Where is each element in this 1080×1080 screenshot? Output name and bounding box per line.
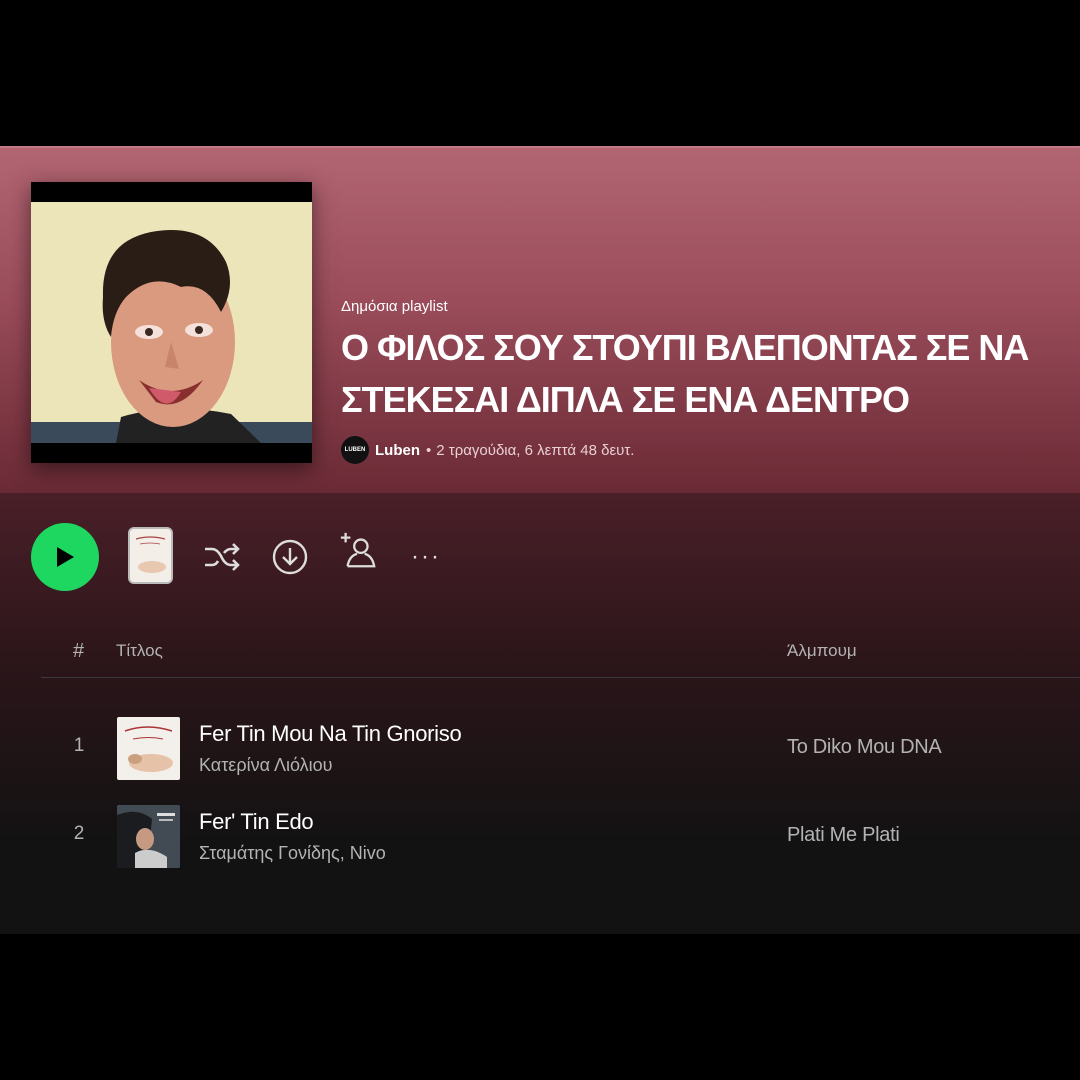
download-button[interactable] bbox=[270, 537, 310, 577]
track-number: 2 bbox=[73, 823, 85, 844]
track-table-header: # Τίτλος Άλμπουμ bbox=[41, 630, 1080, 678]
playlist-page: Δημόσια playlist Ο ΦΙΛΟΣ ΣΟΥ ΣΤΟΥΠΙ ΒΛΕΠ… bbox=[0, 146, 1080, 934]
column-number: # bbox=[73, 640, 85, 662]
more-icon: ··· bbox=[411, 543, 441, 570]
album-cover-image bbox=[117, 717, 180, 780]
track-album-art bbox=[117, 717, 180, 780]
track-row[interactable]: 2 Fer' Tin Edo Σταμάτης Γονίδης, Nivo Pl… bbox=[41, 799, 1080, 875]
album-cover-image bbox=[117, 805, 180, 868]
more-options-button[interactable]: ··· bbox=[406, 537, 446, 577]
track-title[interactable]: Fer Tin Mou Na Tin Gnoriso bbox=[199, 721, 462, 747]
playlist-type-label: Δημόσια playlist bbox=[341, 298, 448, 315]
meta-separator: • bbox=[426, 441, 432, 459]
track-number: 1 bbox=[73, 735, 85, 756]
owner-link[interactable]: Luben bbox=[375, 442, 420, 459]
track-artist[interactable]: Σταμάτης Γονίδης, Nivo bbox=[199, 843, 386, 864]
add-user-button[interactable] bbox=[338, 531, 378, 571]
download-icon bbox=[272, 539, 308, 575]
track-artist[interactable]: Κατερίνα Λιόλιου bbox=[199, 755, 333, 776]
shuffle-button[interactable] bbox=[202, 537, 242, 577]
shuffle-icon bbox=[205, 543, 240, 571]
album-art-icon bbox=[130, 529, 171, 582]
cover-photo bbox=[31, 202, 312, 443]
track-album[interactable]: To Diko Mou DNA bbox=[787, 736, 942, 759]
column-title[interactable]: Τίτλος bbox=[116, 641, 163, 661]
playlist-meta: LUBEN Luben • 2 τραγούδια, 6 λεπτά 48 δε… bbox=[341, 436, 634, 464]
track-album-art bbox=[117, 805, 180, 868]
track-row[interactable]: 1 Fer Tin Mou Na Tin Gnoriso Κατερίνα Λι… bbox=[41, 711, 1080, 787]
owner-avatar[interactable]: LUBEN bbox=[341, 436, 369, 464]
play-icon bbox=[57, 547, 74, 567]
column-album[interactable]: Άλμπουμ bbox=[787, 641, 857, 661]
mini-cover-thumbnail[interactable] bbox=[128, 527, 173, 584]
playlist-header: Δημόσια playlist Ο ΦΙΛΟΣ ΣΟΥ ΣΤΟΥΠΙ ΒΛΕΠ… bbox=[0, 146, 1080, 493]
track-title[interactable]: Fer' Tin Edo bbox=[199, 809, 314, 835]
playlist-stats: 2 τραγούδια, 6 λεπτά 48 δευτ. bbox=[436, 441, 635, 459]
play-button[interactable] bbox=[31, 523, 99, 591]
add-user-icon bbox=[340, 532, 376, 568]
playlist-cover-image[interactable] bbox=[31, 182, 312, 463]
track-album[interactable]: Plati Me Plati bbox=[787, 824, 900, 847]
playlist-title: Ο ΦΙΛΟΣ ΣΟΥ ΣΤΟΥΠΙ ΒΛΕΠΟΝΤΑΣ ΣΕ ΝΑ ΣΤΕΚΕ… bbox=[341, 327, 1029, 420]
